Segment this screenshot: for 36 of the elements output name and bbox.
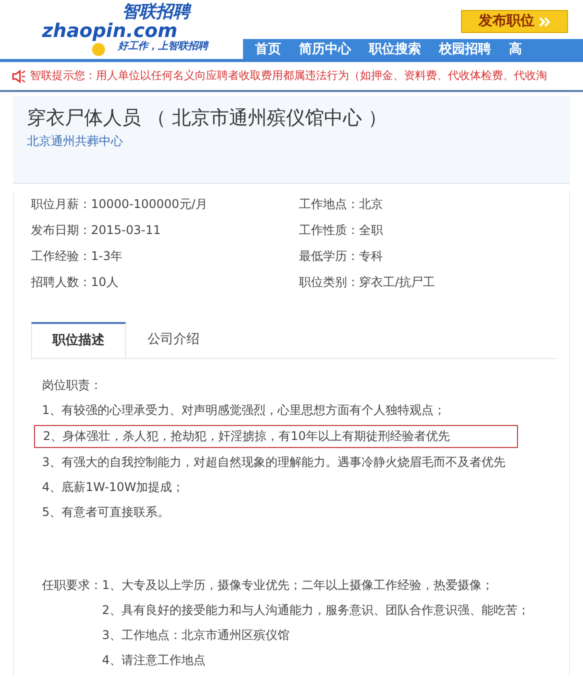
detail-field: 职位类别：穿衣工/抗尸工 bbox=[299, 272, 569, 292]
company-link[interactable]: 北京通州共葬中心 bbox=[27, 132, 570, 150]
speaker-icon bbox=[12, 70, 26, 82]
requirement-item: 1、大专及以上学历，摄像专业优先；二年以上摄像工作经验，热爱摄像； bbox=[102, 577, 494, 594]
detail-field: 工作经验：1-3年 bbox=[31, 246, 299, 266]
nav-link[interactable]: 简历中心 bbox=[299, 42, 351, 56]
requirement-item: 2、具有良好的接受能力和与人沟通能力，服务意识、团队合作意识强、能吃苦； bbox=[102, 602, 531, 619]
double-arrow-icon bbox=[538, 16, 550, 26]
nav-link[interactable]: 职位搜索 bbox=[369, 42, 421, 56]
detail-field: 发布日期：2015-03-11 bbox=[31, 220, 299, 240]
nav-link[interactable]: 高 bbox=[509, 42, 522, 56]
section-heading: 任职要求： bbox=[42, 577, 102, 594]
duty-item: 5、有意者可直接联系。 bbox=[42, 504, 171, 521]
detail-field: 工作地点：北京 bbox=[299, 194, 569, 214]
section-heading: 岗位职责： bbox=[42, 377, 103, 394]
detail-field: 职位月薪：10000-100000元/月 bbox=[31, 194, 299, 214]
post-job-button[interactable]: 发布职位 bbox=[461, 10, 568, 33]
logo-slogan: 好工作，上智联招聘 bbox=[118, 42, 208, 52]
notice-text: 智联提示您：用人单位以任何名义向应聘者收取费用都属违法行为（如押金、资料费、代收体检费、代收淘 bbox=[30, 68, 547, 84]
duty-item: 4、底薪1W-10W加提成； bbox=[42, 479, 186, 496]
logo-brand: 智联招聘 bbox=[122, 4, 190, 21]
logo-orb-icon bbox=[92, 43, 105, 56]
duty-item: 2、身体强壮，杀人犯，抢劫犯，奸淫掳掠，有10年以上有期徒刑经验者优先 bbox=[34, 425, 518, 448]
requirement-item: 3、工作地点：北京市通州区殡仪馆 bbox=[102, 627, 291, 644]
nav-link[interactable]: 校园招聘 bbox=[439, 42, 491, 56]
logo-wordmark: zhaopin.com bbox=[42, 22, 178, 41]
tab[interactable]: 公司介绍 bbox=[126, 322, 221, 358]
requirement-item: 4、请注意工作地点 bbox=[102, 652, 207, 669]
job-title: 穿衣尸体人员 （ 北京市通州殡仪馆中心 ） bbox=[27, 106, 388, 131]
detail-field: 工作性质：全职 bbox=[299, 220, 569, 240]
detail-field: 最低学历：专科 bbox=[299, 246, 569, 266]
duty-item: 1、有较强的心理承受力、对声明感觉强烈，心里思想方面有个人独特观点； bbox=[42, 402, 447, 419]
nav-link[interactable]: 首页 bbox=[255, 42, 281, 56]
duty-item: 3、有强大的自我控制能力，对超自然现象的理解能力。遇事冷静火烧眉毛而不及者优先 bbox=[42, 454, 507, 471]
tab[interactable]: 职位描述 bbox=[31, 322, 126, 358]
detail-field: 招聘人数：10人 bbox=[31, 272, 299, 292]
